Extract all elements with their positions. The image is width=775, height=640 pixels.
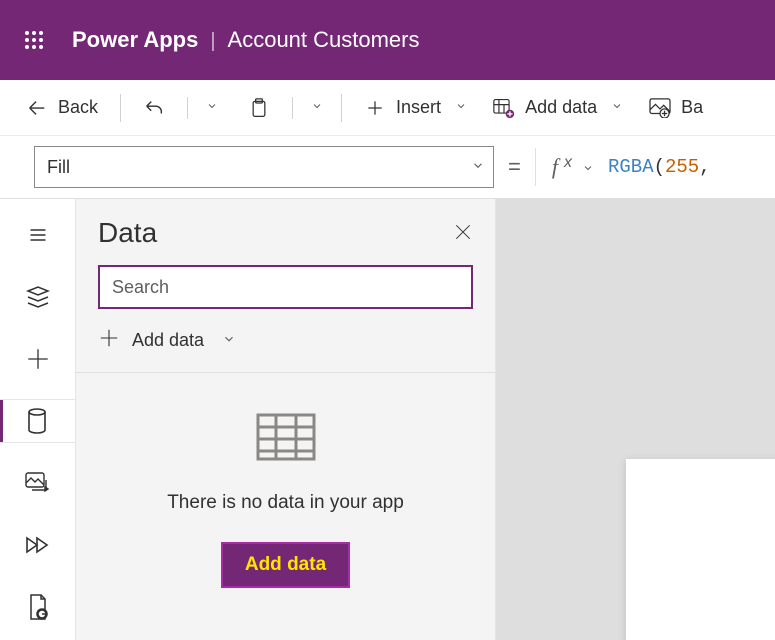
chevron-down-icon[interactable] [471, 157, 485, 178]
back-button[interactable]: Back [18, 91, 106, 125]
plus-icon [364, 97, 386, 119]
search-input[interactable] [98, 265, 473, 309]
add-data-dropdown[interactable]: Add data [76, 319, 495, 372]
background-button[interactable]: Ba [641, 91, 711, 125]
app-name[interactable]: Power Apps [72, 27, 198, 53]
back-arrow-icon [26, 97, 48, 119]
undo-icon [143, 97, 165, 119]
chevron-down-icon [206, 100, 218, 115]
empty-message: There is no data in your app [167, 492, 404, 514]
back-label: Back [58, 97, 98, 118]
formula-fn: RGBA [608, 156, 654, 178]
rail-insert[interactable] [14, 337, 62, 381]
rail-media[interactable] [14, 461, 62, 505]
rail-tree-view[interactable] [14, 275, 62, 319]
formula-bar: Fill = fx RGBA(255, [0, 136, 775, 199]
file-name[interactable]: Account Customers [228, 27, 420, 53]
rail-variables[interactable] [14, 585, 62, 629]
undo-button[interactable] [135, 91, 173, 125]
flows-icon [25, 534, 51, 556]
rail-data[interactable] [0, 399, 76, 443]
chevron-down-icon [311, 100, 323, 115]
add-data-button[interactable]: Add data [485, 91, 631, 125]
add-data-cta-label: Add data [245, 554, 326, 575]
chevron-down-icon [582, 154, 594, 180]
chevron-down-icon [455, 100, 467, 115]
property-selector[interactable]: Fill [34, 146, 494, 188]
formula-arg1: 255 [665, 156, 699, 178]
insert-label: Insert [396, 97, 441, 118]
undo-menu-button[interactable] [202, 94, 222, 121]
panel-empty-state: There is no data in your app Add data [76, 372, 495, 640]
variables-icon [27, 594, 49, 620]
waffle-icon[interactable] [16, 22, 52, 58]
property-value: Fill [47, 157, 70, 178]
plus-icon [25, 346, 51, 372]
table-icon [256, 413, 316, 464]
formula-comma: , [699, 156, 710, 178]
paste-icon [248, 97, 270, 119]
data-cylinder-icon [27, 408, 47, 434]
left-rail [0, 199, 76, 640]
insert-button[interactable]: Insert [356, 91, 475, 125]
add-data-cta-button[interactable]: Add data [221, 542, 350, 588]
app-header: Power Apps | Account Customers [0, 0, 775, 80]
paste-menu-button[interactable] [307, 94, 327, 121]
chevron-down-icon [611, 100, 623, 115]
canvas-area[interactable] [496, 199, 775, 640]
add-data-label: Add data [525, 97, 597, 118]
rail-hamburger[interactable] [14, 213, 62, 257]
chevron-down-icon [222, 330, 236, 351]
canvas-screen[interactable] [626, 459, 775, 640]
data-panel: Data Add data There is no da [76, 199, 496, 640]
separator [292, 97, 293, 119]
command-bar: Back Insert [0, 80, 775, 136]
fx-button[interactable]: fx [535, 148, 594, 186]
separator [120, 94, 121, 122]
media-icon [25, 472, 51, 494]
database-badge-icon [493, 97, 515, 119]
add-data-label: Add data [132, 330, 204, 351]
hamburger-icon [26, 225, 50, 245]
plus-icon [98, 327, 120, 354]
header-separator: | [210, 30, 215, 53]
separator [187, 97, 188, 119]
formula-paren: ( [654, 156, 665, 178]
equals-sign: = [508, 154, 521, 180]
image-background-icon [649, 97, 671, 119]
paste-button[interactable] [240, 91, 278, 125]
background-label: Ba [681, 97, 703, 118]
panel-title: Data [98, 217, 157, 249]
main-area: Data Add data There is no da [0, 199, 775, 640]
tree-view-icon [26, 285, 50, 309]
formula-input[interactable]: RGBA(255, [608, 156, 711, 178]
rail-flows[interactable] [14, 523, 62, 567]
separator [341, 94, 342, 122]
close-icon[interactable] [453, 222, 473, 245]
